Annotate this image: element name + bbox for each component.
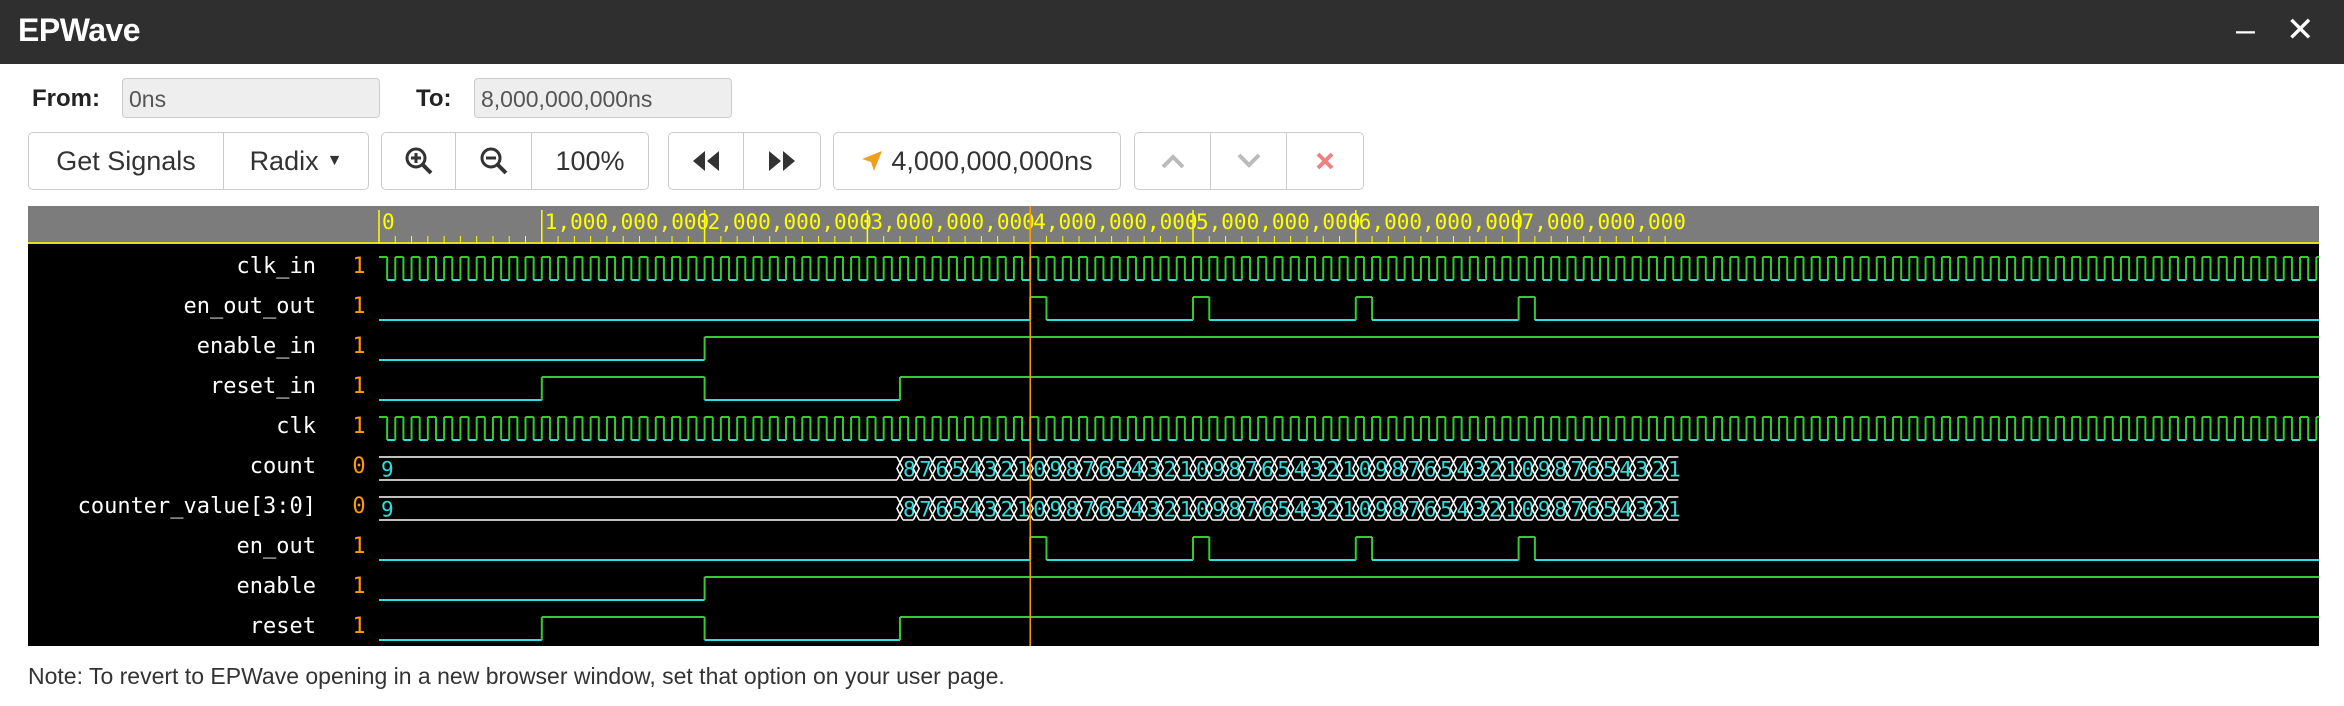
signal-name-reset: reset [250, 614, 316, 639]
ruler-label: 1,000,000,000 [545, 210, 709, 234]
from-input[interactable]: 0ns [122, 78, 380, 118]
close-icon[interactable]: ✕ [2286, 10, 2315, 50]
signal-name-count: count [250, 454, 316, 479]
signal-name-enable_in: enable_in [197, 334, 316, 359]
cursor-time: 4,000,000,000ns [891, 145, 1093, 176]
signal-value: 1 [352, 574, 365, 599]
signal-value: 1 [352, 334, 365, 359]
ruler-label: 5,000,000,000 [1196, 210, 1360, 234]
ruler-label: 6,000,000,000 [1359, 210, 1523, 234]
signal-name-counter_value30: counter_value[3:0] [78, 494, 316, 519]
ruler-label: 2,000,000,000 [708, 210, 872, 234]
ruler-label: 3,000,000,000 [870, 210, 1034, 234]
rewind-button[interactable] [668, 132, 744, 190]
signal-name-enable: enable [237, 574, 316, 599]
zoom-level: 100% [555, 145, 625, 176]
signal-name-clk: clk [276, 414, 316, 439]
get-signals-label: Get Signals [56, 145, 196, 176]
zoom-out-icon [480, 147, 507, 175]
radix-dropdown[interactable]: Radix ▼ [223, 132, 369, 190]
counter_value-bus-value: 9 [381, 498, 394, 522]
fast-forward-icon [769, 151, 795, 171]
signal-value: 1 [352, 294, 365, 319]
app-title: EPWave [18, 12, 141, 48]
get-signals-button[interactable]: Get Signals [28, 132, 224, 190]
radix-label: Radix [249, 145, 319, 176]
from-label: From: [32, 85, 100, 112]
remove-icon [1316, 152, 1334, 170]
signal-name-reset_in: reset_in [210, 374, 316, 399]
minimize-icon[interactable]: – [2236, 10, 2255, 50]
zoom-out-button[interactable] [455, 132, 532, 190]
signal-value: 1 [352, 534, 365, 559]
chevron-down-icon [1237, 153, 1260, 168]
ruler-label: 0 [382, 210, 395, 234]
footer-note: Note: To revert to EPWave opening in a n… [28, 663, 1005, 689]
signal-name-clk_in: clk_in [237, 254, 316, 279]
signal-name-en_out_out: en_out_out [184, 294, 316, 319]
chevron-up-icon [1161, 154, 1184, 169]
signal-value: 1 [352, 614, 365, 639]
cursor-time-button[interactable]: 4,000,000,000ns [833, 132, 1121, 190]
move-down-button[interactable] [1210, 132, 1287, 190]
count-bus-value: 9 [381, 458, 394, 482]
to-input[interactable]: 8,000,000,000ns [474, 78, 732, 118]
to-label: To: [416, 85, 452, 112]
ruler-label: 4,000,000,000 [1033, 210, 1197, 234]
signal-name-en_out: en_out [237, 534, 316, 559]
zoom-in-icon [405, 147, 432, 175]
signal-value: 1 [352, 254, 365, 279]
counter_value-bus-value: 1 [1668, 498, 1681, 522]
ruler-label: 7,000,000,000 [1522, 210, 1686, 234]
remove-signal-button[interactable] [1286, 132, 1364, 190]
forward-button[interactable] [743, 132, 821, 190]
waveform-canvas[interactable]: 0 1,000,000,0002,000,000,0003,000,000,000… [28, 206, 2319, 646]
signal-value: 0 [352, 494, 365, 519]
count-bus-value: 1 [1668, 458, 1681, 482]
fast-backward-icon [693, 151, 719, 171]
signal-value: 1 [352, 414, 365, 439]
zoom-in-button[interactable] [381, 132, 456, 190]
waveform-viewer[interactable]: 0 1,000,000,000 2,000,000,000 3,000,000,000… [28, 206, 2319, 646]
signal-value: 0 [352, 454, 365, 479]
caret-down-icon: ▼ [326, 152, 343, 169]
zoom-level-button[interactable]: 100% [531, 132, 649, 190]
move-up-button[interactable] [1134, 132, 1211, 190]
signal-value: 1 [352, 374, 365, 399]
title-bar: EPWave – ✕ [0, 0, 2344, 64]
location-arrow-icon [862, 151, 883, 171]
